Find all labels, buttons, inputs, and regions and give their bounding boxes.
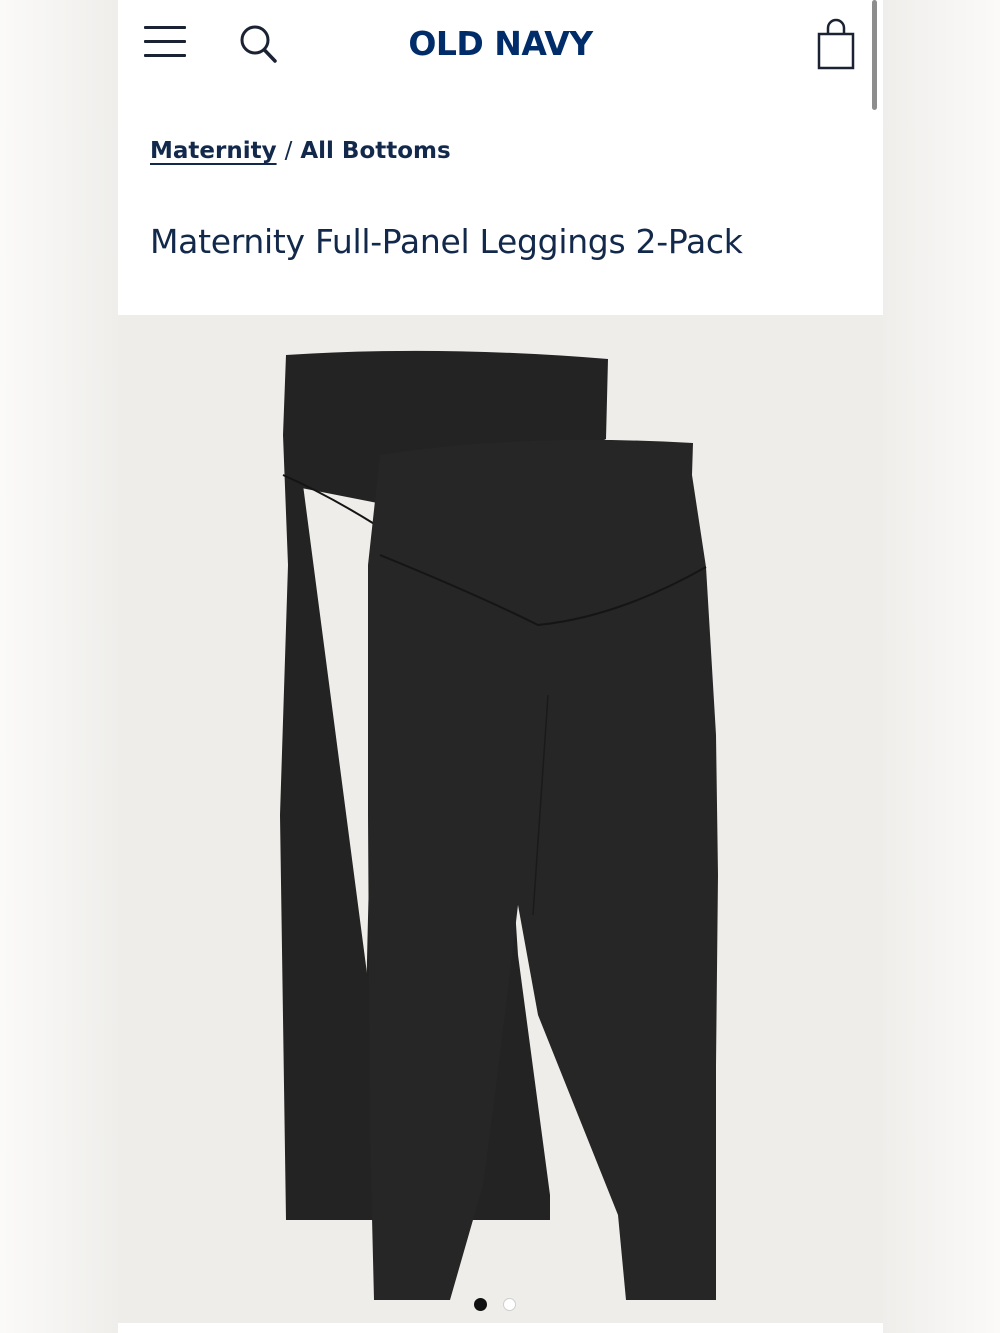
breadcrumb-link-maternity[interactable]: Maternity bbox=[150, 138, 277, 164]
page-scrollbar[interactable] bbox=[872, 0, 877, 110]
product-image-gallery[interactable] bbox=[118, 315, 883, 1323]
right-backdrop bbox=[882, 0, 1000, 1333]
breadcrumb-current[interactable]: All Bottoms bbox=[300, 138, 450, 164]
leggings-product-image[interactable] bbox=[118, 315, 883, 1323]
product-title: Maternity Full-Panel Leggings 2-Pack bbox=[150, 222, 743, 261]
gallery-dot-2[interactable] bbox=[503, 1298, 516, 1311]
gallery-dot-1[interactable] bbox=[474, 1298, 487, 1311]
brand-logo[interactable]: OLD NAVY bbox=[348, 22, 653, 66]
bottom-strip bbox=[118, 1323, 883, 1333]
hamburger-menu-icon[interactable] bbox=[142, 22, 188, 62]
left-backdrop bbox=[0, 0, 118, 1333]
mobile-page: OLD NAVY Maternity / All Bottoms Maternity… bbox=[118, 0, 883, 1333]
search-icon[interactable] bbox=[238, 22, 280, 64]
breadcrumb: Maternity / All Bottoms bbox=[150, 138, 451, 178]
breadcrumb-separator: / bbox=[284, 138, 293, 164]
site-header: OLD NAVY bbox=[118, 0, 883, 110]
gallery-pagination bbox=[474, 1298, 516, 1314]
shopping-bag-icon[interactable] bbox=[814, 18, 858, 72]
